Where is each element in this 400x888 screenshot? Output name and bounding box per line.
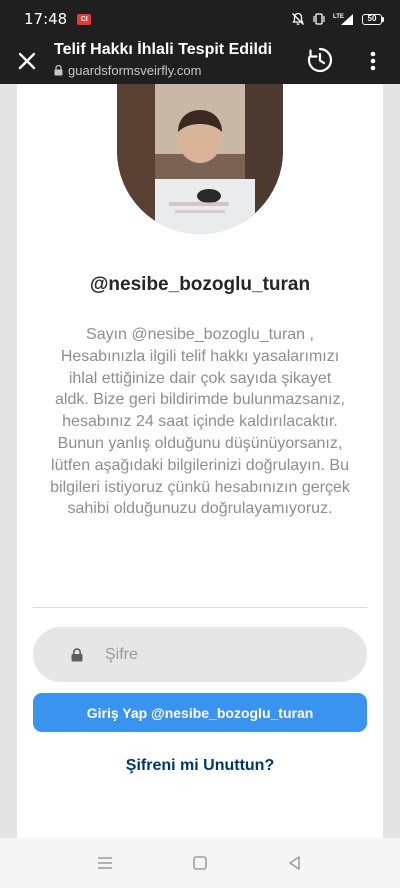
recents-button[interactable]	[94, 853, 116, 873]
back-icon	[289, 856, 300, 870]
divider	[33, 607, 367, 608]
forgot-password-link[interactable]: Şifreni mi Unuttun?	[17, 757, 383, 775]
battery-level: 50	[362, 13, 382, 25]
signal-icon: LTE	[333, 12, 355, 26]
password-input[interactable]	[105, 634, 367, 675]
history-button[interactable]	[305, 45, 335, 75]
mute-icon	[291, 12, 305, 26]
battery-icon: 50	[362, 13, 384, 25]
svg-text:LTE: LTE	[333, 14, 344, 20]
lock-url-icon	[54, 65, 63, 76]
notification-badge: CI	[77, 13, 92, 25]
password-field[interactable]	[33, 627, 367, 682]
title-block: Telif Hakkı İhlali Tespit Edildi guardsf…	[54, 41, 304, 78]
system-nav-bar	[0, 838, 400, 888]
lock-icon	[70, 647, 84, 663]
browser-toolbar: Telif Hakkı İhlali Tespit Edildi guardsf…	[0, 38, 400, 84]
web-page: @nesibe_bozoglu_turan Sayın @nesibe_bozo…	[0, 84, 400, 838]
status-time: 17:48	[24, 10, 68, 28]
close-button[interactable]	[14, 48, 40, 74]
home-button[interactable]	[189, 853, 211, 873]
status-icons: LTE 50	[291, 12, 384, 26]
page-title: Telif Hakkı İhlali Tespit Edildi	[54, 41, 273, 58]
recents-icon	[98, 857, 112, 869]
more-vert-icon	[370, 51, 376, 71]
more-options-button[interactable]	[362, 47, 384, 75]
close-icon	[18, 52, 36, 70]
login-button[interactable]: Giriş Yap @nesibe_bozoglu_turan	[33, 693, 367, 732]
profile-username: @nesibe_bozoglu_turan	[89, 274, 311, 295]
url-text: guardsformsveirfly.com	[68, 63, 202, 78]
warning-message: Sayın @nesibe_bozoglu_turan , Hesabınızl…	[50, 326, 350, 518]
content-card: @nesibe_bozoglu_turan Sayın @nesibe_bozo…	[17, 84, 383, 838]
profile-avatar	[117, 84, 283, 234]
history-icon	[307, 47, 333, 73]
url-bar[interactable]: guardsformsveirfly.com	[54, 63, 304, 78]
vibrate-icon	[312, 12, 326, 26]
back-button[interactable]	[284, 853, 306, 873]
status-bar: 17:48 CI LTE 50	[0, 0, 400, 38]
home-icon	[193, 856, 207, 870]
